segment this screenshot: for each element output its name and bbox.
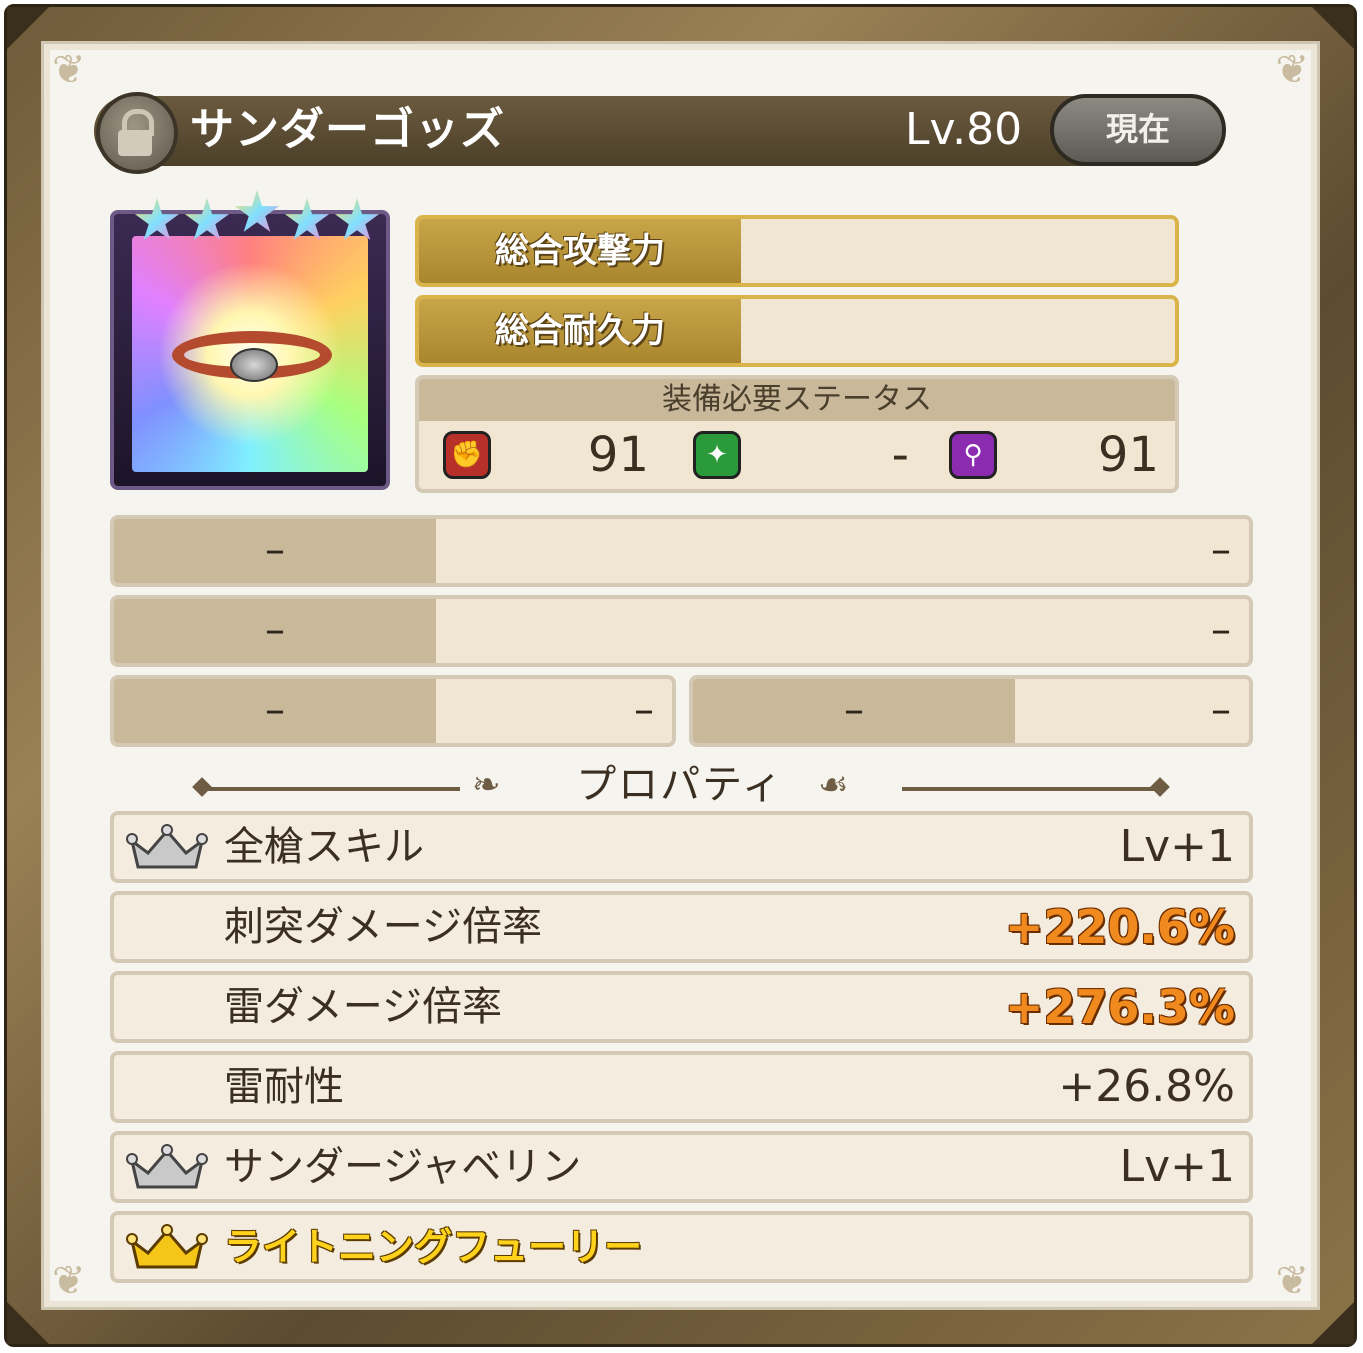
total-durability-label: 総合耐久力: [419, 299, 741, 363]
empty-slot: – –: [689, 675, 1253, 747]
item-art: [132, 236, 368, 472]
property-name: サンダージャベリン: [224, 1144, 582, 1190]
divider-line: [902, 787, 1157, 791]
required-value-int: 91: [1097, 427, 1159, 483]
property-name: 全槍スキル: [224, 824, 424, 870]
magic-staff-icon: ⚲: [949, 431, 997, 479]
property-row: 刺突ダメージ倍率 +220.6%: [110, 891, 1253, 963]
item-level: Lv.80: [905, 104, 1023, 155]
property-row: 全槍スキル Lv+1: [110, 811, 1253, 883]
belt-buckle-icon: [230, 348, 278, 382]
star-icon: [334, 198, 380, 240]
property-value: +220.6%: [1004, 900, 1235, 954]
total-attack-label: 総合攻撃力: [419, 219, 741, 283]
slot-left: –: [114, 599, 436, 663]
property-name: 雷耐性: [224, 1064, 344, 1110]
empty-slot: – –: [110, 515, 1253, 587]
item-name: サンダーゴッズ: [190, 104, 505, 155]
property-value: Lv+1: [1119, 821, 1235, 872]
slot-right: –: [1211, 687, 1231, 733]
rarity-stars: [134, 190, 384, 248]
slot-left: –: [693, 679, 1015, 743]
slot-right: –: [634, 687, 654, 733]
silver-crown-icon: [126, 1144, 208, 1189]
required-status-panel: 装備必要ステータス ✊ 91 ✦ - ⚲ 91: [415, 375, 1179, 493]
required-status-title: 装備必要ステータス: [419, 379, 1175, 421]
property-value: +26.8%: [1058, 1061, 1235, 1112]
fist-icon: ✊: [443, 431, 491, 479]
lock-icon[interactable]: [96, 92, 178, 174]
green-star-icon: ✦: [693, 431, 741, 479]
required-value-dex: -: [891, 427, 909, 483]
ornament-icon: ❧: [472, 765, 501, 805]
item-card: [110, 190, 390, 490]
property-name: ライトニングフューリー: [224, 1225, 643, 1269]
silver-crown-icon: [126, 824, 208, 869]
total-attack-bar: 総合攻撃力: [415, 215, 1179, 287]
empty-slot: – –: [110, 675, 676, 747]
property-row: 雷ダメージ倍率 +276.3%: [110, 971, 1253, 1043]
gold-crown-icon: [126, 1224, 208, 1269]
property-name: 刺突ダメージ倍率: [224, 904, 542, 950]
flourish-icon: ❦: [52, 1258, 86, 1304]
required-value-str: 91: [587, 427, 649, 483]
empty-slot: – –: [110, 595, 1253, 667]
star-icon: [184, 198, 230, 240]
slot-left: –: [114, 679, 436, 743]
property-name: 雷ダメージ倍率: [224, 984, 502, 1030]
current-button[interactable]: 現在: [1050, 94, 1226, 166]
property-row: サンダージャベリン Lv+1: [110, 1131, 1253, 1203]
flourish-icon: ❦: [1275, 1258, 1309, 1304]
total-durability-bar: 総合耐久力: [415, 295, 1179, 367]
ornament-icon: ☙: [818, 765, 849, 805]
divider-line: [205, 787, 460, 791]
flourish-icon: ❦: [1275, 47, 1309, 93]
star-icon: [284, 198, 330, 240]
properties-title: プロパティ: [576, 762, 784, 808]
slot-right: –: [1211, 607, 1231, 653]
property-row: 雷耐性 +26.8%: [110, 1051, 1253, 1123]
property-value: Lv+1: [1119, 1141, 1235, 1192]
slot-left: –: [114, 519, 436, 583]
property-value: +276.3%: [1004, 980, 1235, 1034]
slot-right: –: [1211, 527, 1231, 573]
property-row: ライトニングフューリー: [110, 1211, 1253, 1283]
star-icon: [134, 198, 180, 240]
flourish-icon: ❦: [52, 47, 86, 93]
